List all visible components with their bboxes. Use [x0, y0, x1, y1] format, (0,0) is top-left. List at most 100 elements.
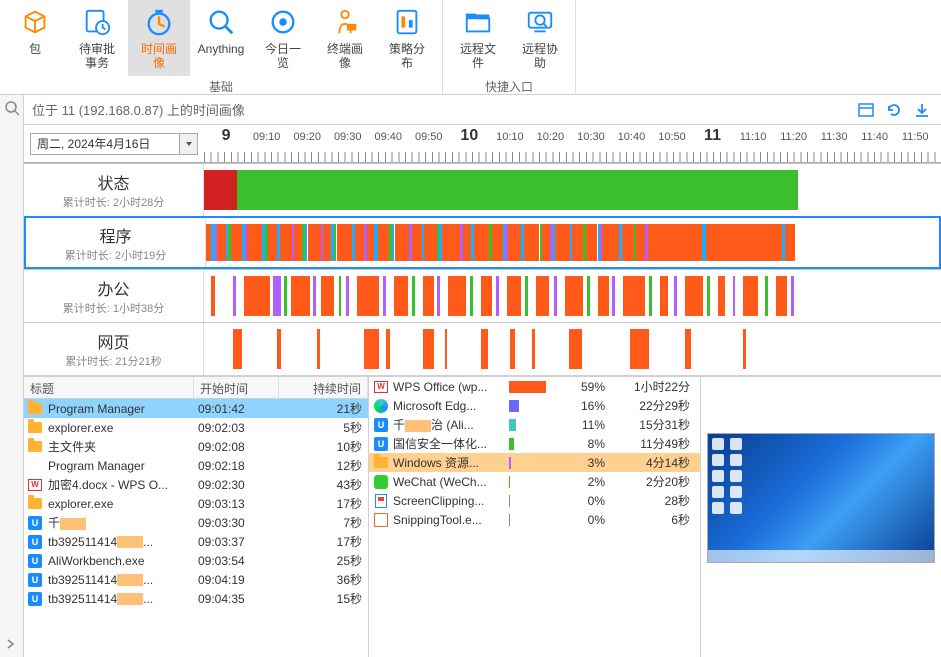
bar-segment [776, 276, 787, 316]
date-picker-dropdown[interactable] [180, 133, 198, 155]
bar-segment [308, 224, 321, 261]
app-bar [509, 381, 571, 393]
main-area: 位于 11 (192.168.0.87) 上的时间画像 周二, 2024年4月1… [24, 95, 941, 657]
location-text: 位于 11 (192.168.0.87) 上的时间画像 [32, 100, 855, 119]
category-row-web[interactable]: 网页累计时长: 21分21秒 [24, 322, 941, 375]
wps-icon: W [28, 479, 42, 491]
app-dur-cell: 22分29秒 [611, 397, 696, 414]
ruler-minor-label: 10:10 [496, 131, 524, 143]
app-stats-row[interactable]: WeChat (WeCh...2%2分20秒 [369, 472, 700, 491]
app-name-cell: WeChat (WeCh... [389, 475, 509, 489]
bar-segment [323, 224, 332, 261]
title-table-row[interactable]: U千09:03:307秒 [24, 513, 368, 532]
card-view-icon[interactable] [855, 99, 877, 121]
ruler-minor-label: 09:10 [253, 131, 281, 143]
download-icon[interactable] [911, 99, 933, 121]
expand-right-icon[interactable] [2, 635, 20, 653]
bar-segment [660, 276, 669, 316]
bar-segment [424, 224, 436, 261]
left-gutter [0, 95, 24, 657]
ribbon-item-label: Anything [198, 42, 245, 56]
title-table-row[interactable]: Utb392511414...09:04:3515秒 [24, 589, 368, 608]
title-cell: explorer.exe [44, 497, 194, 511]
time-ruler[interactable]: 9101109:1009:2009:3009:4009:5010:1010:20… [204, 125, 941, 162]
bar-segment [785, 224, 796, 261]
bar-segment [508, 224, 521, 261]
ruler-minor-label: 09:40 [374, 131, 402, 143]
title-table-row[interactable]: Program Manager09:02:1812秒 [24, 456, 368, 475]
bar-segment [445, 329, 448, 369]
title-table-row[interactable]: explorer.exe09:02:035秒 [24, 418, 368, 437]
app-stats-row[interactable]: ScreenClipping...0%28秒 [369, 491, 700, 510]
category-title: 办公 [97, 276, 129, 300]
start-cell: 09:03:13 [194, 497, 279, 511]
anything-icon [205, 6, 237, 38]
bar-segment [685, 276, 703, 316]
app-pct-cell: 0% [571, 494, 611, 508]
bar-segment [474, 224, 489, 261]
search-icon[interactable] [1, 97, 23, 119]
ribbon-item-remotefile[interactable]: 远程文件 [447, 0, 509, 76]
bar-segment [707, 276, 710, 316]
app-u-icon: U [28, 516, 42, 530]
category-bars[interactable] [204, 164, 941, 216]
category-row-programs[interactable]: 程序累计时长: 2小时19分 [24, 216, 941, 269]
category-row-status[interactable]: 状态累计时长: 2小时28分 [24, 163, 941, 216]
bar-segment [448, 276, 466, 316]
ribbon-item-terminal[interactable]: 终端画像 [314, 0, 376, 76]
bar-segment [247, 224, 262, 261]
title-table-row[interactable]: Program Manager09:01:4221秒 [24, 399, 368, 418]
ribbon-item-label: 远程协助 [517, 42, 563, 70]
col-start[interactable]: 开始时间 [194, 377, 279, 398]
ribbon-item-timeimg[interactable]: 时间画像 [128, 0, 190, 76]
title-table-row[interactable]: Utb392511414...09:03:3717秒 [24, 532, 368, 551]
app-stats-row[interactable]: WWPS Office (wp...59%1小时22分 [369, 377, 700, 396]
col-title[interactable]: 标题 [24, 377, 194, 398]
duration-cell: 17秒 [279, 495, 366, 512]
ribbon-item-pkg[interactable]: 包 [4, 0, 66, 76]
app-bar [509, 495, 571, 507]
app-stats-body: WWPS Office (wp...59%1小时22分Microsoft Edg… [369, 377, 700, 657]
date-picker: 周二, 2024年4月16日 [24, 125, 204, 162]
app-stats-row[interactable]: Microsoft Edg...16%22分29秒 [369, 396, 700, 415]
title-table-row[interactable]: explorer.exe09:03:1317秒 [24, 494, 368, 513]
title-cell: tb392511414... [44, 573, 194, 587]
category-subtitle: 累计时长: 21分21秒 [65, 353, 162, 369]
duration-cell: 12秒 [279, 457, 366, 474]
desktop-thumbnail[interactable] [707, 433, 935, 563]
date-picker-value[interactable]: 周二, 2024年4月16日 [30, 133, 180, 155]
category-bars[interactable] [204, 270, 941, 322]
ribbon-item-policy[interactable]: 策略分布 [376, 0, 438, 76]
app-stats-row[interactable]: U国信安全一体化...8%11分49秒 [369, 434, 700, 453]
category-bars[interactable] [204, 323, 941, 375]
bar-segment [598, 276, 609, 316]
ribbon-item-label: 待审批事务 [74, 42, 120, 70]
ribbon-item-today[interactable]: 今日一览 [252, 0, 314, 76]
start-cell: 09:03:54 [194, 554, 279, 568]
app-stats-row[interactable]: Windows 资源...3%4分14秒 [369, 453, 700, 472]
ribbon-item-anything[interactable]: Anything [190, 0, 252, 76]
app-stats-row[interactable]: SnippingTool.e...0%6秒 [369, 510, 700, 529]
bar-segment [555, 224, 570, 261]
col-duration[interactable]: 持续时间 [279, 377, 368, 398]
title-table-row[interactable]: W加密4.docx - WPS O...09:02:3043秒 [24, 475, 368, 494]
title-table-row[interactable]: 主文件夹09:02:0810秒 [24, 437, 368, 456]
title-table-row[interactable]: UAliWorkbench.exe09:03:5425秒 [24, 551, 368, 570]
app-bar [509, 457, 571, 469]
ruler-minor-label: 11:30 [821, 131, 848, 143]
refresh-icon[interactable] [883, 99, 905, 121]
bar-segment [532, 329, 535, 369]
ribbon-item-label: 今日一览 [260, 42, 306, 70]
start-cell: 09:01:42 [194, 402, 279, 416]
bar-segment [268, 224, 277, 261]
ribbon-group: 包待审批事务时间画像Anything今日一览终端画像策略分布基础 [0, 0, 443, 94]
category-bars[interactable] [206, 218, 939, 267]
app-stats-panel: WWPS Office (wp...59%1小时22分Microsoft Edg… [369, 377, 701, 657]
category-row-office[interactable]: 办公累计时长: 1小时38分 [24, 269, 941, 322]
ribbon-item-remoteassist[interactable]: 远程协助 [509, 0, 571, 76]
bar-segment [612, 276, 615, 316]
ribbon-item-approve[interactable]: 待审批事务 [66, 0, 128, 76]
title-table-row[interactable]: Utb392511414...09:04:1936秒 [24, 570, 368, 589]
app-stats-row[interactable]: U千治 (Ali...11%15分31秒 [369, 415, 700, 434]
bar-segment [622, 224, 634, 261]
